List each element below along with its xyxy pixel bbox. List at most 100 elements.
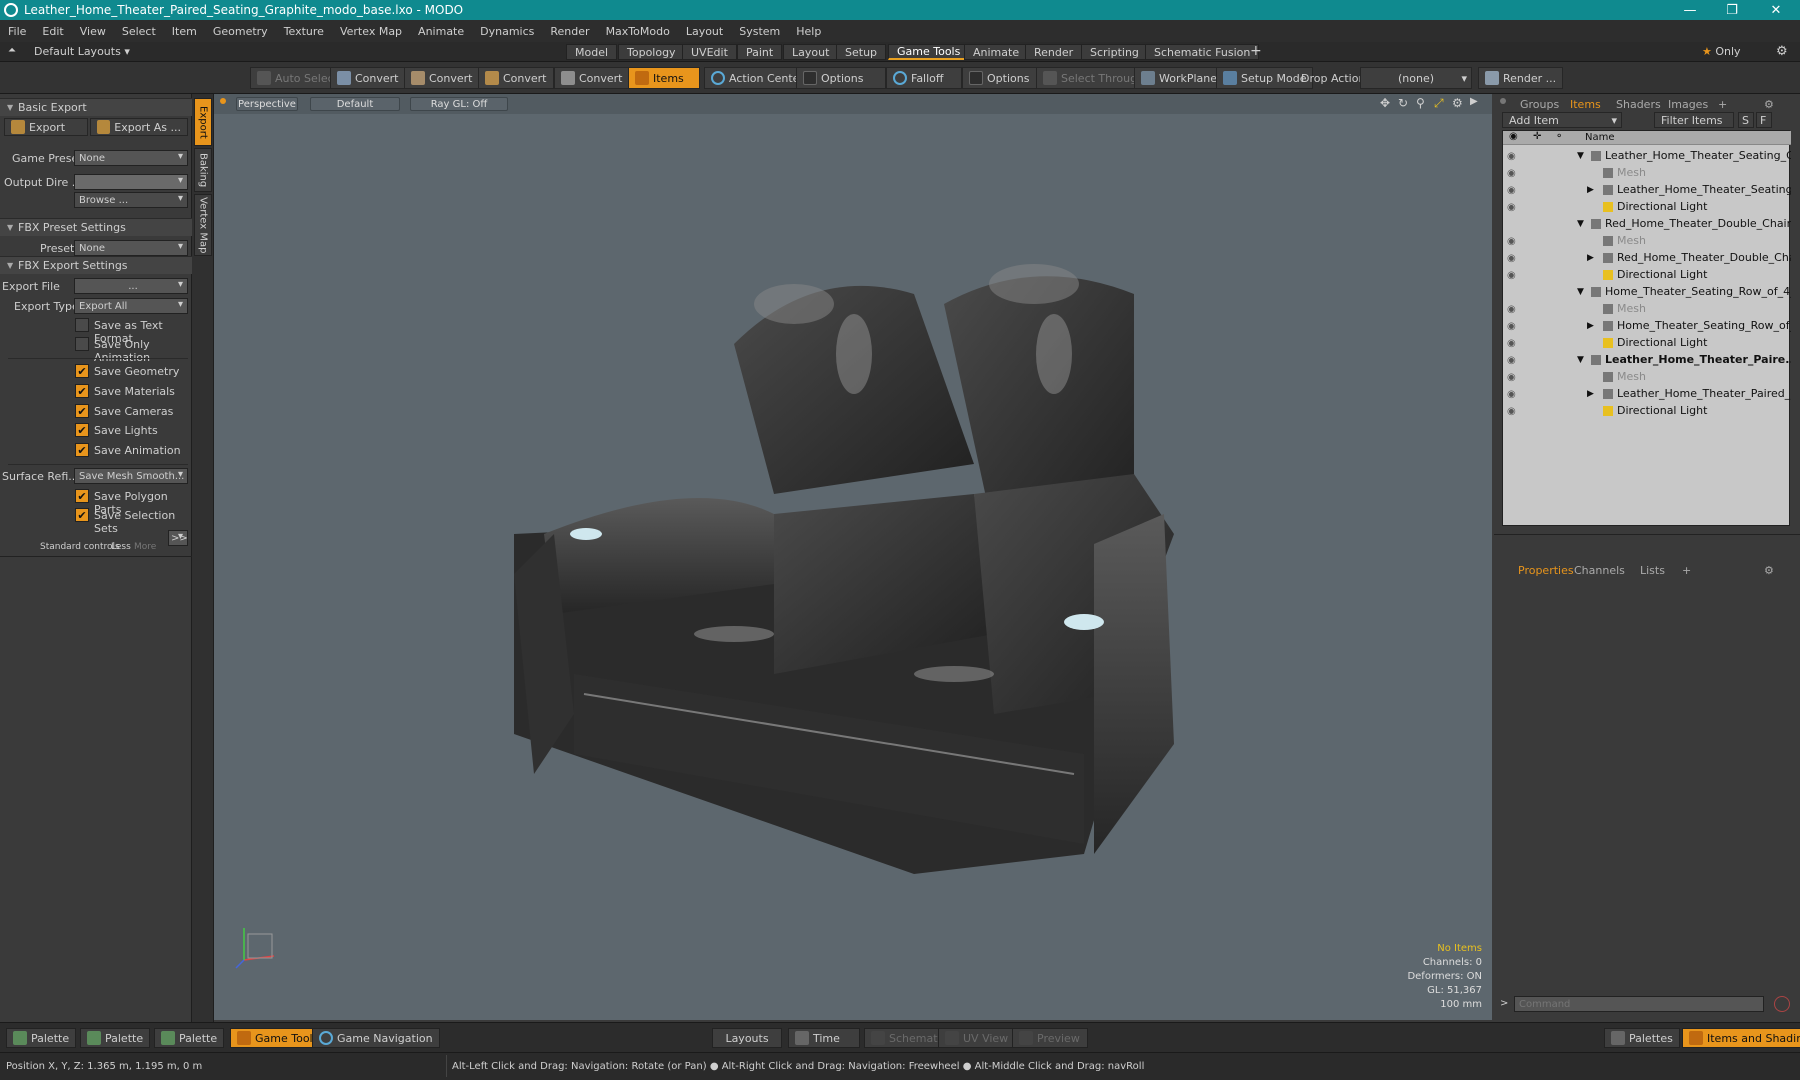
menu-maxtomodo[interactable]: MaxToModo	[598, 25, 678, 38]
add-panel-tab-icon[interactable]: +	[1718, 96, 1727, 112]
tab-lists[interactable]: Lists	[1640, 562, 1665, 578]
tree-item[interactable]: ◉ ▼ Leather_Home_Theater_Seating_Gr...	[1503, 147, 1791, 164]
menu-render[interactable]: Render	[542, 25, 597, 38]
visibility-eye-icon[interactable]: ◉	[1507, 338, 1521, 349]
close-button[interactable]: ✕	[1758, 0, 1794, 20]
tab-scripting[interactable]: Scripting	[1081, 44, 1148, 60]
game-navigation-button[interactable]: Game Navigation	[312, 1028, 440, 1048]
tree-item[interactable]: ◉ Directional Light	[1503, 266, 1791, 283]
render-button[interactable]: Render ...	[1478, 67, 1564, 89]
visibility-eye-icon[interactable]	[1507, 287, 1521, 297]
tab-schematic-fusion[interactable]: Schematic Fusion	[1145, 44, 1260, 60]
tree-item[interactable]: ◉ ▼ Leather_Home_Theater_Paire...	[1503, 351, 1791, 368]
tab-paint[interactable]: Paint	[737, 44, 783, 60]
tab-setup[interactable]: Setup	[836, 44, 887, 60]
minimize-button[interactable]: —	[1672, 0, 1708, 20]
save-lights-checkbox[interactable]: ✔	[75, 423, 89, 437]
save-materials-checkbox[interactable]: ✔	[75, 384, 89, 398]
tree-item[interactable]: ◉ Mesh	[1503, 232, 1791, 249]
menu-layout[interactable]: Layout	[678, 25, 731, 38]
visibility-eye-icon[interactable]: ◉	[1507, 253, 1521, 264]
action-center-button[interactable]: Action Center	[704, 67, 811, 89]
add-prop-tab-icon[interactable]: +	[1682, 562, 1691, 578]
visibility-eye-icon[interactable]: ◉	[1507, 202, 1521, 213]
menu-system[interactable]: System	[731, 25, 788, 38]
tab-animate[interactable]: Animate	[964, 44, 1029, 60]
tab-groups[interactable]: Groups	[1520, 96, 1559, 112]
uv-view-button[interactable]: UV View	[938, 1028, 1016, 1048]
shading-default-button[interactable]: Default	[310, 97, 400, 111]
tree-item[interactable]: ◉ ▶ Leather_Home_Theater_Seating_...	[1503, 181, 1791, 198]
fbx-export-header[interactable]: ▼ FBX Export Settings	[0, 256, 192, 274]
layouts-button[interactable]: Layouts	[712, 1028, 782, 1048]
more-link[interactable]: More	[134, 542, 156, 552]
options-button-1[interactable]: Options	[796, 67, 886, 89]
visibility-eye-icon[interactable]: ◉	[1507, 372, 1521, 383]
items-shading-button[interactable]: Items and Shading	[1682, 1028, 1800, 1048]
visibility-eye-icon[interactable]: ◉	[1507, 304, 1521, 315]
menu-dynamics[interactable]: Dynamics	[472, 25, 542, 38]
f-button[interactable]: F	[1756, 112, 1772, 128]
raygl-button[interactable]: Ray GL: Off	[410, 97, 508, 111]
tree-item[interactable]: ◉ ▶ Red_Home_Theater_Double_Chair	[1503, 249, 1791, 266]
options-button-2[interactable]: Options	[962, 67, 1038, 89]
menu-select[interactable]: Select	[114, 25, 164, 38]
tab-render[interactable]: Render	[1025, 44, 1083, 60]
tab-topology[interactable]: Topology	[618, 44, 685, 60]
palette-button-2[interactable]: Palette	[80, 1028, 151, 1048]
tab-shaders[interactable]: Shaders	[1616, 96, 1661, 112]
save-geometry-checkbox[interactable]: ✔	[75, 364, 89, 378]
tree-item[interactable]: ▼ Red_Home_Theater_Double_Chair_...	[1503, 215, 1791, 232]
setup-mode-button[interactable]: Setup Mode	[1216, 67, 1314, 89]
tab-properties[interactable]: Properties	[1518, 562, 1574, 578]
command-input[interactable]	[1514, 996, 1764, 1012]
visibility-eye-icon[interactable]: ◉	[1507, 236, 1521, 247]
visibility-eye-icon[interactable]	[1507, 219, 1521, 229]
visibility-eye-icon[interactable]: ◉	[1507, 151, 1521, 162]
collapse-arrow-icon[interactable]: ▼	[1577, 151, 1584, 161]
preview-button[interactable]: Preview	[1012, 1028, 1088, 1048]
expand-arrow-icon[interactable]: ▶	[1587, 253, 1594, 263]
visibility-eye-icon[interactable]: ◉	[1507, 185, 1521, 196]
add-item-dropdown[interactable]: Add Item ▾	[1502, 112, 1622, 128]
convert-button-1[interactable]: Convert	[330, 67, 406, 89]
tab-model[interactable]: Model	[566, 44, 618, 60]
3d-viewport[interactable]: Perspective Default Ray GL: Off ✥ ↻ ⚲ ⤢ …	[214, 94, 1492, 1020]
vtab-vertex-map[interactable]: Vertex Map	[194, 194, 212, 256]
menu-geometry[interactable]: Geometry	[205, 25, 276, 38]
game-preset-dropdown[interactable]: None	[74, 150, 188, 166]
gear-icon[interactable]: ⚙	[1776, 44, 1788, 59]
collapse-arrow-icon[interactable]: ▼	[1577, 219, 1584, 229]
export-button[interactable]: Export	[4, 118, 88, 136]
preset-dropdown[interactable]: None	[74, 240, 188, 256]
save-selection-sets-checkbox[interactable]: ✔	[75, 508, 89, 522]
visibility-eye-icon[interactable]: ◉	[1507, 389, 1521, 400]
prop-gear-icon[interactable]: ⚙	[1764, 562, 1774, 578]
less-link[interactable]: Less	[111, 542, 131, 552]
palette-button-3[interactable]: Palette	[154, 1028, 225, 1048]
save-animation-checkbox[interactable]: ✔	[75, 443, 89, 457]
add-tab-icon[interactable]: +	[1250, 43, 1262, 59]
s-button[interactable]: S	[1738, 112, 1754, 128]
tree-item[interactable]: ▼ Home_Theater_Seating_Row_of_4_...	[1503, 283, 1791, 300]
fbx-preset-header[interactable]: ▼ FBX Preset Settings	[0, 218, 192, 236]
tree-item[interactable]: ◉ Directional Light	[1503, 402, 1791, 419]
convert-button-3[interactable]: Convert	[478, 67, 554, 89]
panel-gear-icon[interactable]: ⚙	[1764, 96, 1774, 112]
falloff-button[interactable]: Falloff	[886, 67, 962, 89]
save-cameras-checkbox[interactable]: ✔	[75, 404, 89, 418]
vtab-export[interactable]: Export	[194, 98, 212, 146]
vtab-baking[interactable]: Baking	[194, 148, 212, 192]
viewport-gear-icon[interactable]: ⚙	[1452, 96, 1463, 110]
menu-help[interactable]: Help	[788, 25, 829, 38]
tab-game-tools[interactable]: Game Tools	[888, 44, 970, 60]
convert-button-4[interactable]: Convert	[554, 67, 630, 89]
visibility-eye-icon[interactable]: ◉	[1507, 406, 1521, 417]
tree-item[interactable]: ◉ ▶ Home_Theater_Seating_Row_of_...	[1503, 317, 1791, 334]
export-file-dropdown[interactable]: ...	[74, 278, 188, 294]
rotate-view-icon[interactable]: ↻	[1398, 96, 1408, 110]
palette-button-1[interactable]: Palette	[6, 1028, 77, 1048]
zoom-view-icon[interactable]: ⚲	[1416, 96, 1425, 110]
visibility-eye-icon[interactable]: ◉	[1507, 321, 1521, 332]
maximize-button[interactable]: ❐	[1714, 0, 1750, 20]
